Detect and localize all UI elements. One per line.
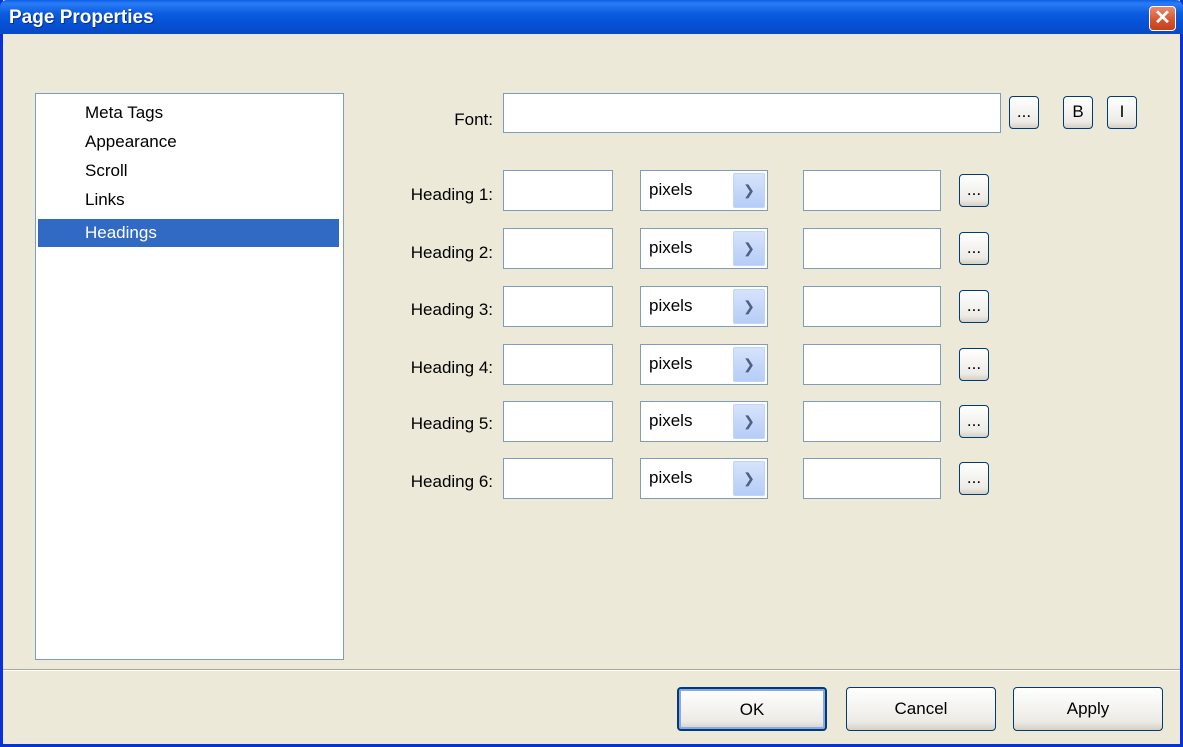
heading-label: Heading 6: xyxy=(410,472,493,491)
chevron-down-icon[interactable]: ❯ xyxy=(733,404,765,439)
apply-label: Apply xyxy=(1066,699,1110,718)
browse-label: ... xyxy=(966,354,982,373)
heading-unit-select[interactable]: pixels ❯ xyxy=(640,401,768,442)
ok-button[interactable]: OK xyxy=(677,687,827,731)
heading-size-input[interactable] xyxy=(503,228,613,269)
heading-size-input[interactable] xyxy=(503,458,613,499)
title-bar: Page Properties ✕ xyxy=(0,0,1183,34)
font-label: Font: xyxy=(454,110,493,129)
heading-label: Heading 4: xyxy=(410,358,493,377)
chevron-down-icon[interactable]: ❯ xyxy=(733,461,765,496)
heading-color-input[interactable] xyxy=(803,286,941,327)
chevron-down-icon[interactable]: ❯ xyxy=(733,289,765,324)
heading-unit-value: pixels xyxy=(649,180,693,199)
ok-label: OK xyxy=(739,700,765,719)
heading-label: Heading 5: xyxy=(410,414,493,433)
heading-unit-select[interactable]: pixels ❯ xyxy=(640,458,768,499)
heading-color-input[interactable] xyxy=(803,170,941,211)
sidebar-item-label: Links xyxy=(85,190,125,209)
heading-color-input[interactable] xyxy=(803,401,941,442)
footer-divider xyxy=(3,669,1180,671)
heading-browse-button[interactable]: ... xyxy=(959,174,989,207)
apply-button[interactable]: Apply xyxy=(1013,687,1163,731)
heading-unit-select[interactable]: pixels ❯ xyxy=(640,170,768,211)
heading-size-input[interactable] xyxy=(503,170,613,211)
heading-size-input[interactable] xyxy=(503,344,613,385)
heading-unit-value: pixels xyxy=(649,296,693,315)
italic-button[interactable]: I xyxy=(1107,96,1137,129)
italic-label: I xyxy=(1119,102,1125,121)
heading-browse-button[interactable]: ... xyxy=(959,232,989,265)
browse-label: ... xyxy=(1016,102,1032,121)
page-properties-dialog: Page Properties ✕ Meta Tags Appearance S… xyxy=(0,0,1183,747)
cancel-label: Cancel xyxy=(894,699,948,718)
heading-label: Heading 3: xyxy=(410,300,493,319)
sidebar-item-appearance[interactable]: Appearance xyxy=(38,128,339,156)
heading-unit-select[interactable]: pixels ❯ xyxy=(640,344,768,385)
chevron-down-icon[interactable]: ❯ xyxy=(733,347,765,382)
heading-unit-value: pixels xyxy=(649,354,693,373)
sidebar-item-label: Headings xyxy=(85,223,157,242)
chevron-down-icon[interactable]: ❯ xyxy=(733,173,765,208)
heading-color-input[interactable] xyxy=(803,458,941,499)
close-icon: ✕ xyxy=(1154,7,1171,29)
bold-button[interactable]: B xyxy=(1063,96,1093,129)
close-button[interactable]: ✕ xyxy=(1149,6,1176,31)
category-list: Meta Tags Appearance Scroll Links Headin… xyxy=(35,93,344,660)
browse-label: ... xyxy=(966,296,982,315)
cancel-button[interactable]: Cancel xyxy=(846,687,996,731)
sidebar-item-meta-tags[interactable]: Meta Tags xyxy=(38,99,339,127)
heading-unit-select[interactable]: pixels ❯ xyxy=(640,228,768,269)
heading-unit-value: pixels xyxy=(649,411,693,430)
sidebar-item-links[interactable]: Links xyxy=(38,186,339,214)
sidebar-item-headings[interactable]: Headings xyxy=(38,219,339,247)
heading-size-input[interactable] xyxy=(503,286,613,327)
heading-color-input[interactable] xyxy=(803,228,941,269)
heading-browse-button[interactable]: ... xyxy=(959,348,989,381)
browse-label: ... xyxy=(966,180,982,199)
font-browse-button[interactable]: ... xyxy=(1009,96,1039,129)
heading-unit-value: pixels xyxy=(649,468,693,487)
heading-unit-select[interactable]: pixels ❯ xyxy=(640,286,768,327)
font-input[interactable] xyxy=(503,93,1001,133)
heading-unit-value: pixels xyxy=(649,238,693,257)
sidebar-item-label: Appearance xyxy=(85,132,177,151)
heading-color-input[interactable] xyxy=(803,344,941,385)
browse-label: ... xyxy=(966,411,982,430)
sidebar-item-label: Scroll xyxy=(85,161,128,180)
sidebar-item-scroll[interactable]: Scroll xyxy=(38,157,339,185)
heading-size-input[interactable] xyxy=(503,401,613,442)
heading-browse-button[interactable]: ... xyxy=(959,290,989,323)
heading-label: Heading 2: xyxy=(410,243,493,262)
heading-browse-button[interactable]: ... xyxy=(959,405,989,438)
heading-browse-button[interactable]: ... xyxy=(959,462,989,495)
bold-label: B xyxy=(1072,102,1084,121)
sidebar-item-label: Meta Tags xyxy=(85,103,164,122)
chevron-down-icon[interactable]: ❯ xyxy=(733,231,765,266)
heading-label: Heading 1: xyxy=(410,185,493,204)
dialog-title: Page Properties xyxy=(9,7,154,28)
browse-label: ... xyxy=(966,468,982,487)
browse-label: ... xyxy=(966,238,982,257)
